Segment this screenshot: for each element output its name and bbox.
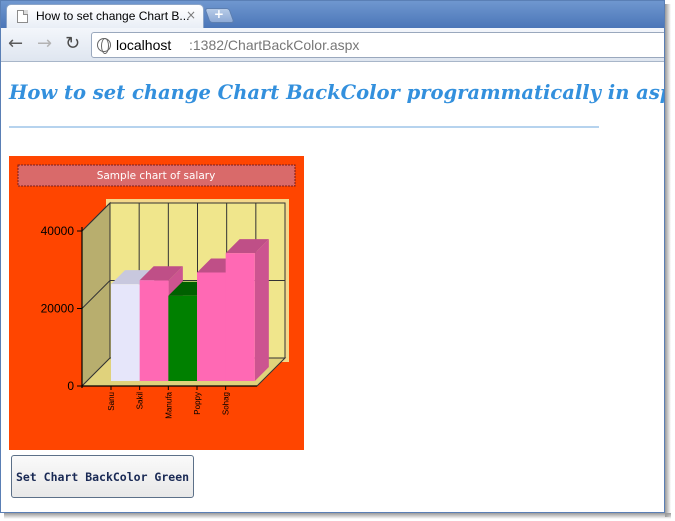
plus-icon: + bbox=[213, 7, 224, 21]
salary-chart: Sample chart of salary 0 20000 40000 Sanu S… bbox=[9, 156, 304, 450]
y-tick-label: 0 bbox=[67, 379, 74, 393]
tab-strip: How to set change Chart B... × + bbox=[1, 1, 664, 28]
browser-toolbar: ← → ↻ localhost :1382/ChartBackColor.asp… bbox=[1, 28, 664, 62]
x-tick-label: Manufa bbox=[164, 391, 173, 418]
browser-window: How to set change Chart B... × + ← → ↻ l… bbox=[0, 0, 665, 513]
address-bar[interactable]: localhost :1382/ChartBackColor.aspx bbox=[91, 32, 664, 58]
bar-front bbox=[139, 280, 169, 381]
y-tick-label: 40000 bbox=[41, 224, 75, 238]
new-tab-button[interactable]: + bbox=[204, 7, 235, 23]
tab-title: How to set change Chart B... bbox=[36, 9, 190, 23]
forward-arrow-icon[interactable]: → bbox=[37, 34, 52, 54]
globe-icon bbox=[97, 38, 111, 54]
bar-sohag bbox=[225, 239, 269, 381]
page-icon bbox=[17, 10, 28, 23]
bar-side bbox=[254, 239, 269, 381]
x-tick-label: Sakil bbox=[136, 392, 145, 410]
url-host: localhost bbox=[116, 37, 172, 53]
x-tick-label: Poppy bbox=[193, 392, 202, 415]
x-tick-label: Sohag bbox=[222, 392, 231, 415]
reload-icon[interactable]: ↻ bbox=[65, 34, 80, 54]
x-tick-label: Sanu bbox=[107, 392, 116, 411]
page-content: How to set change Chart BackColor progra… bbox=[1, 63, 665, 512]
bar-front bbox=[111, 284, 141, 381]
url-path: :1382/ChartBackColor.aspx bbox=[189, 37, 360, 53]
set-backcolor-green-button[interactable]: Set Chart BackColor Green bbox=[11, 455, 194, 498]
page-title: How to set change Chart BackColor progra… bbox=[9, 81, 665, 104]
chart-title: Sample chart of salary bbox=[97, 170, 216, 182]
bar-front bbox=[168, 295, 198, 381]
back-arrow-icon[interactable]: ← bbox=[8, 34, 23, 54]
browser-tab[interactable]: How to set change Chart B... × bbox=[6, 4, 204, 28]
bar-front bbox=[225, 253, 255, 381]
y-tick-label: 20000 bbox=[41, 302, 75, 316]
divider bbox=[9, 126, 599, 128]
chart-svg: Sample chart of salary 0 20000 40000 Sanu S… bbox=[9, 156, 304, 450]
bar-front bbox=[197, 272, 227, 381]
close-tab-icon[interactable]: × bbox=[186, 8, 196, 22]
